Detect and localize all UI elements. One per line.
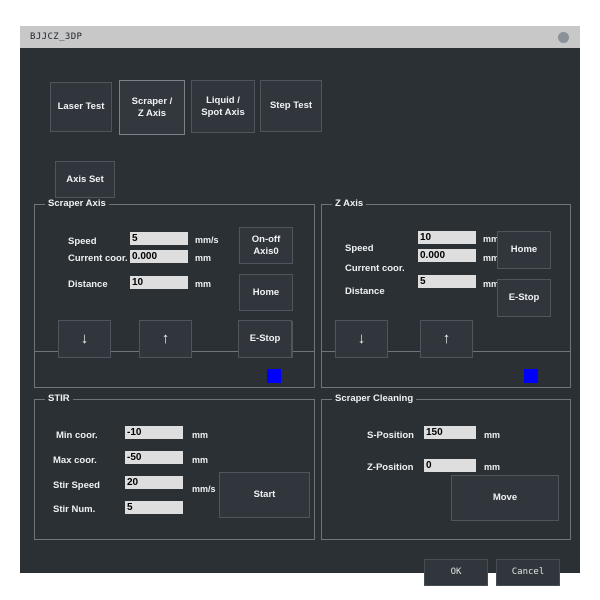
tab-liquid-spot-axis[interactable]: Liquid / Spot Axis	[191, 80, 255, 133]
scraper-distance-input[interactable]	[130, 276, 188, 289]
stir-group-title: STIR	[45, 393, 73, 404]
stir-num-input[interactable]	[125, 501, 183, 514]
scraper-axis-group-title: Scraper Axis	[45, 198, 109, 209]
window-title: BJJCZ_3DP	[30, 32, 83, 42]
axis-set-button[interactable]: Axis Set	[55, 161, 115, 198]
scraper-distance-unit: mm	[195, 279, 212, 289]
scraper-current-coor-input[interactable]	[130, 250, 188, 263]
stir-max-coor-unit: mm	[192, 455, 209, 465]
stir-max-coor-input[interactable]	[125, 451, 183, 464]
stir-min-coor-unit: mm	[192, 430, 209, 440]
stir-max-coor-label: Max coor.	[53, 455, 97, 466]
z-axis-group-title: Z Axis	[332, 198, 367, 209]
scraper-cleaning-group-title: Scraper Cleaning	[332, 393, 417, 404]
s-position-unit: mm	[484, 430, 501, 440]
scraper-cleaning-move-button[interactable]: Move	[451, 475, 559, 521]
cancel-button[interactable]: Cancel	[496, 559, 560, 586]
scraper-status-indicator	[267, 369, 281, 383]
titlebar-dot-icon[interactable]	[558, 31, 569, 43]
scraper-distance-label: Distance	[68, 279, 108, 290]
stir-num-label: Stir Num.	[53, 504, 96, 515]
scraper-cleaning-group: Scraper Cleaning S-Position mm Z-Positio…	[321, 393, 571, 540]
z-speed-label: Speed	[345, 243, 374, 254]
z-down-button[interactable]: ↓	[335, 320, 388, 358]
scraper-speed-input[interactable]	[130, 232, 188, 245]
z-home-button[interactable]: Home	[497, 231, 551, 269]
z-position-input[interactable]	[424, 459, 476, 472]
z-position-label: Z-Position	[367, 462, 414, 473]
scraper-speed-unit: mm/s	[195, 235, 219, 245]
z-distance-label: Distance	[345, 286, 385, 297]
scraper-speed-label: Speed	[68, 236, 97, 247]
z-position-unit: mm	[484, 462, 501, 472]
z-up-button[interactable]: ↑	[420, 320, 473, 358]
tab-scraper-z-axis[interactable]: Scraper / Z Axis	[119, 80, 185, 135]
z-current-coor-input[interactable]	[418, 249, 476, 262]
application-window: BJJCZ_3DP Laser Test Scraper / Z Axis Li…	[20, 26, 580, 586]
z-speed-input[interactable]	[418, 231, 476, 244]
client-area: Laser Test Scraper / Z Axis Liquid / Spo…	[20, 48, 580, 586]
tab-laser-test[interactable]: Laser Test	[50, 82, 112, 132]
stir-speed-label: Stir Speed	[53, 480, 100, 491]
stir-speed-unit: mm/s	[192, 484, 216, 494]
stir-group: STIR Min coor. mm Max coor. mm Stir Spee…	[34, 393, 315, 540]
scraper-current-coor-unit: mm	[195, 253, 212, 263]
z-status-indicator	[524, 369, 538, 383]
scraper-current-coor-label: Current coor.	[68, 253, 128, 264]
stir-min-coor-label: Min coor.	[56, 430, 98, 441]
scraper-onoff-axis0-button[interactable]: On-off Axis0	[239, 227, 293, 264]
stir-min-coor-input[interactable]	[125, 426, 183, 439]
stir-speed-input[interactable]	[125, 476, 183, 489]
s-position-label: S-Position	[367, 430, 414, 441]
scraper-home-button[interactable]: Home	[239, 274, 293, 311]
z-distance-input[interactable]	[418, 275, 476, 288]
tab-step-test[interactable]: Step Test	[260, 80, 322, 132]
z-current-coor-label: Current coor.	[345, 263, 405, 274]
title-bar: BJJCZ_3DP	[20, 26, 580, 48]
s-position-input[interactable]	[424, 426, 476, 439]
scraper-estop-button-lower[interactable]: E-Stop	[238, 320, 292, 358]
ok-button[interactable]: OK	[424, 559, 488, 586]
stir-start-button[interactable]: Start	[219, 472, 310, 518]
